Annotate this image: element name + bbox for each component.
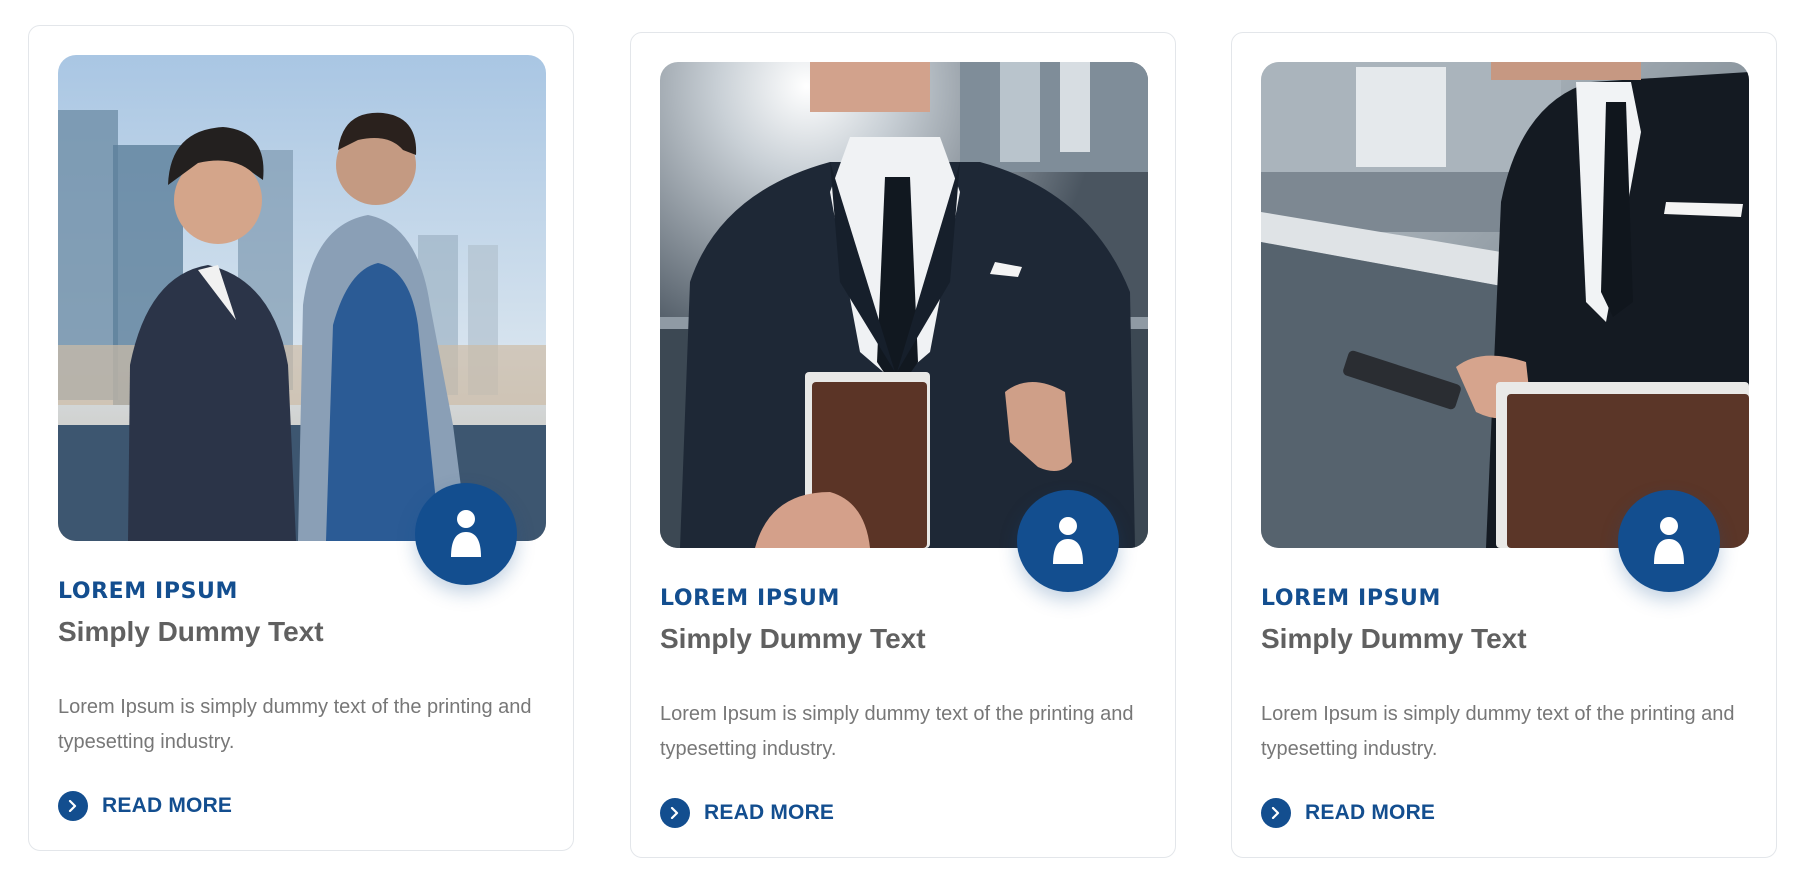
user-icon bbox=[1654, 517, 1684, 564]
blog-card: LOREM IPSUM Simply Dummy Text Lorem Ipsu… bbox=[630, 32, 1176, 858]
chevron-right-icon bbox=[660, 798, 690, 828]
card-description: Lorem Ipsum is simply dummy text of the … bbox=[1261, 703, 1735, 760]
author-avatar-button[interactable] bbox=[415, 483, 517, 585]
chevron-right-icon bbox=[58, 791, 88, 821]
read-more-label: READ MORE bbox=[102, 794, 233, 817]
card-category: LOREM IPSUM bbox=[58, 579, 238, 604]
businessman-with-folder-photo bbox=[660, 62, 1148, 548]
user-icon bbox=[1053, 517, 1083, 564]
read-more-label: READ MORE bbox=[704, 801, 835, 824]
author-avatar-button[interactable] bbox=[1017, 490, 1119, 592]
read-more-link[interactable]: READ MORE bbox=[58, 791, 232, 821]
card-title[interactable]: Simply Dummy Text bbox=[58, 616, 324, 648]
card-title[interactable]: Simply Dummy Text bbox=[660, 623, 926, 655]
author-avatar-button[interactable] bbox=[1618, 490, 1720, 592]
blog-card-grid: LOREM IPSUM Simply Dummy Text Lorem Ipsu… bbox=[0, 0, 1800, 882]
chevron-right-icon bbox=[1261, 798, 1291, 828]
user-icon bbox=[451, 510, 481, 557]
card-image[interactable] bbox=[58, 55, 546, 541]
businessman-with-phone-photo bbox=[1261, 62, 1749, 548]
card-image[interactable] bbox=[660, 62, 1148, 548]
card-image[interactable] bbox=[1261, 62, 1749, 548]
read-more-label: READ MORE bbox=[1305, 801, 1436, 824]
blog-card: LOREM IPSUM Simply Dummy Text Lorem Ipsu… bbox=[1231, 32, 1777, 858]
card-description: Lorem Ipsum is simply dummy text of the … bbox=[660, 703, 1134, 760]
card-description: Lorem Ipsum is simply dummy text of the … bbox=[58, 696, 532, 753]
read-more-link[interactable]: READ MORE bbox=[660, 798, 834, 828]
two-businessmen-photo bbox=[58, 55, 546, 541]
card-title[interactable]: Simply Dummy Text bbox=[1261, 623, 1527, 655]
read-more-link[interactable]: READ MORE bbox=[1261, 798, 1435, 828]
card-category: LOREM IPSUM bbox=[1261, 586, 1441, 611]
blog-card: LOREM IPSUM Simply Dummy Text Lorem Ipsu… bbox=[28, 25, 574, 851]
card-category: LOREM IPSUM bbox=[660, 586, 840, 611]
